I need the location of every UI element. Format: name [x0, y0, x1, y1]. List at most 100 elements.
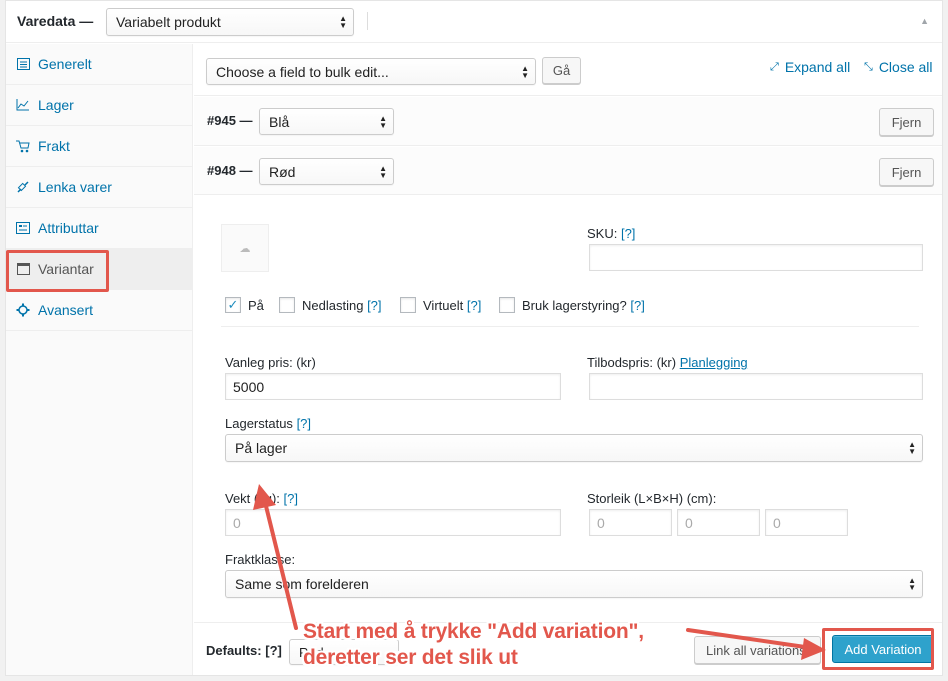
variation-row[interactable]: #945 — Blå ▲ ▼ Fjern	[194, 97, 942, 146]
panel-header: Varedata — Variabelt produkt ▲ ▼ ▲	[6, 1, 942, 43]
select-arrows-icon: ▲ ▼	[521, 63, 529, 80]
checkbox-icon	[400, 297, 416, 313]
select-arrows-icon: ▲ ▼	[908, 576, 916, 592]
select-arrows-icon: ▲ ▼	[908, 440, 916, 456]
stock-status-help-link[interactable]: [?]	[297, 416, 311, 431]
virtual-checkbox[interactable]: Virtuelt [?]	[400, 297, 481, 313]
linked-products-icon	[16, 180, 30, 194]
shipping-class-label: Fraktklasse:	[225, 552, 296, 567]
bulk-edit-select[interactable]: Choose a field to bulk edit... ▲ ▼	[206, 58, 536, 85]
shipping-icon	[16, 139, 30, 153]
stock-status-label: Lagerstatus [?]	[225, 416, 312, 431]
sku-input[interactable]	[589, 244, 923, 271]
dimensions-label: Storleik (L×B×H) (cm):	[587, 491, 717, 506]
tab-label: Frakt	[38, 138, 70, 154]
width-input[interactable]: 0	[677, 509, 760, 536]
regular-price-label: Vanleg pris: (kr)	[225, 355, 316, 370]
variation-number: #945 —	[207, 113, 253, 128]
checkbox-label: Bruk lagerstyring?	[522, 297, 627, 313]
weight-input[interactable]: 0	[225, 509, 561, 536]
attributes-icon	[16, 221, 30, 235]
weight-help-link[interactable]: [?]	[284, 491, 298, 506]
checkbox-icon	[279, 297, 295, 313]
downloadable-checkbox[interactable]: Nedlasting [?]	[279, 297, 382, 313]
checkbox-label: På	[248, 297, 264, 313]
tab-generelt[interactable]: Generelt	[6, 44, 193, 85]
tab-frakt[interactable]: Frakt	[6, 126, 193, 167]
length-input[interactable]: 0	[589, 509, 672, 536]
select-arrows-icon: ▲ ▼	[379, 113, 387, 130]
remove-variation-button[interactable]: Fjern	[879, 108, 934, 136]
enabled-checkbox[interactable]: ✓ På	[225, 297, 264, 313]
checkbox-icon	[499, 297, 515, 313]
remove-variation-button[interactable]: Fjern	[879, 158, 934, 186]
manage-stock-help-link[interactable]: [?]	[630, 298, 644, 313]
annotation-line-2: deretter ser det slik ut	[303, 646, 518, 669]
tab-label: Generelt	[38, 56, 92, 72]
defaults-help-link[interactable]: [?]	[265, 643, 282, 658]
checkbox-label: Nedlasting	[302, 297, 364, 313]
tab-lager[interactable]: Lager	[6, 85, 193, 126]
product-type-select[interactable]: Variabelt produkt ▲ ▼	[106, 8, 354, 36]
variations-panel: Choose a field to bulk edit... ▲ ▼ Gå ⤢ E…	[194, 44, 942, 675]
tab-label: Lenka varer	[38, 179, 112, 195]
variation-row[interactable]: #948 — Rød ▲ ▼ Fjern	[194, 147, 942, 195]
expand-all-link[interactable]: ⤢ Expand all	[770, 59, 850, 75]
select-arrows-icon: ▲ ▼	[339, 14, 347, 30]
collapse-icon: ⤡	[864, 60, 873, 73]
shipping-class-value: Same som forelderen	[235, 576, 369, 592]
sku-label: SKU: [?]	[587, 226, 636, 241]
tab-lenka-varer[interactable]: Lenka varer	[6, 167, 193, 208]
expand-icon: ⤢	[770, 60, 779, 73]
sale-price-input[interactable]	[589, 373, 923, 400]
product-data-tabs: Generelt Lager Frakt Lenka varer Attribu…	[6, 44, 193, 675]
add-variation-highlight-box	[822, 628, 934, 670]
instruction-annotation: Start med å trykke "Add variation", dere…	[303, 619, 644, 671]
shipping-class-select[interactable]: Same som forelderen ▲ ▼	[225, 570, 923, 598]
variantar-highlight-box	[6, 250, 109, 292]
header-divider	[367, 12, 368, 30]
tab-label: Attributtar	[38, 220, 99, 236]
product-type-value: Variabelt produkt	[116, 14, 221, 30]
tab-attributtar[interactable]: Attributtar	[6, 208, 193, 249]
defaults-label: Defaults: [?]	[206, 643, 282, 658]
weight-label: Vekt (kg): [?]	[225, 491, 299, 506]
collapse-panel-icon[interactable]: ▲	[920, 16, 929, 26]
variation-image-upload[interactable]: ☁	[221, 224, 269, 272]
variation-attribute-select[interactable]: Rød ▲ ▼	[259, 158, 394, 185]
panel-title: Varedata —	[17, 13, 94, 29]
variation-attribute-value: Rød	[269, 163, 296, 180]
general-icon	[16, 57, 30, 71]
sku-help-link[interactable]: [?]	[621, 226, 635, 241]
close-all-link[interactable]: ⤡ Close all	[864, 59, 933, 75]
tab-label: Lager	[38, 97, 74, 113]
expand-all-label: Expand all	[784, 59, 851, 75]
form-divider	[221, 326, 919, 327]
regular-price-input[interactable]: 5000	[225, 373, 561, 400]
variation-attribute-select[interactable]: Blå ▲ ▼	[259, 108, 394, 135]
inventory-icon	[16, 98, 30, 112]
virtual-help-link[interactable]: [?]	[467, 298, 481, 313]
close-all-label: Close all	[878, 59, 933, 75]
height-input[interactable]: 0	[765, 509, 848, 536]
advanced-icon	[16, 303, 30, 317]
tab-avansert[interactable]: Avansert	[6, 290, 193, 331]
schedule-link[interactable]: Planlegging	[680, 355, 748, 370]
variations-toolbar: Choose a field to bulk edit... ▲ ▼ Gå ⤢ E…	[194, 44, 942, 96]
bulk-edit-value: Choose a field to bulk edit...	[216, 63, 389, 80]
tab-label: Avansert	[38, 302, 93, 318]
variation-attribute-value: Blå	[269, 113, 290, 130]
checkbox-checked-icon: ✓	[225, 297, 241, 313]
image-placeholder-icon: ☁	[239, 242, 251, 255]
checkbox-label: Virtuelt	[423, 297, 464, 313]
stock-status-select[interactable]: På lager ▲ ▼	[225, 434, 923, 462]
annotation-line-1: Start med å trykke "Add variation",	[303, 620, 644, 643]
product-data-panel: Varedata — Variabelt produkt ▲ ▼ ▲ Genere…	[5, 0, 943, 676]
stock-status-value: På lager	[235, 440, 288, 456]
select-arrows-icon: ▲ ▼	[379, 163, 387, 180]
go-button[interactable]: Gå	[542, 57, 581, 84]
link-all-variations-button[interactable]: Link all variations	[694, 636, 821, 664]
manage-stock-checkbox[interactable]: Bruk lagerstyring? [?]	[499, 297, 645, 313]
downloadable-help-link[interactable]: [?]	[367, 298, 381, 313]
variation-number: #948 —	[207, 163, 253, 178]
